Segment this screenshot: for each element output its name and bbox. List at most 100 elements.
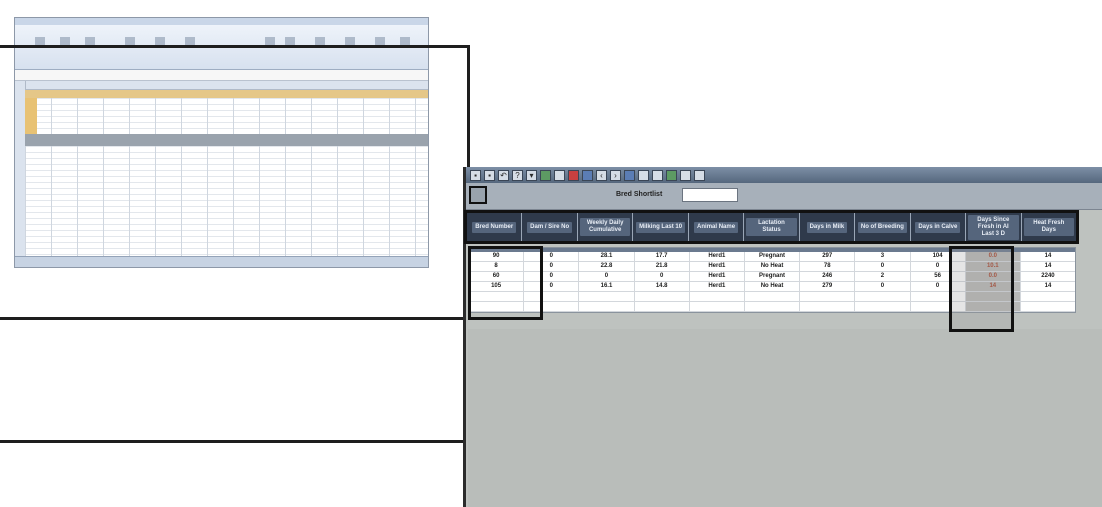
table-cell[interactable]: Herd1: [690, 252, 745, 261]
table-cell[interactable]: 2240: [1021, 272, 1075, 281]
spreadsheet-thumbnail: [14, 17, 429, 268]
table-cell[interactable]: 3: [855, 252, 911, 261]
table-cell[interactable]: 2: [855, 272, 911, 281]
header-label: Dam / Sire No: [527, 221, 573, 233]
table-cell[interactable]: [800, 302, 856, 311]
breeding-form-window: ▪ ▪ ↶ ? ▾ ‹ › Bred Shortlist Bred Number…: [463, 167, 1102, 507]
form-background: [468, 329, 1102, 507]
search-bar: Bred Shortlist: [466, 183, 1102, 210]
thumbnail-title-bar: [15, 18, 428, 25]
table-cell[interactable]: 14: [1021, 262, 1075, 271]
table-cell[interactable]: 0: [855, 282, 911, 291]
table-cell[interactable]: [690, 302, 745, 311]
table-cell[interactable]: 14.8: [635, 282, 690, 291]
header-label: Bred Number: [472, 221, 517, 233]
thumbnail-summary-band: [25, 134, 428, 146]
table-cell[interactable]: [579, 292, 635, 301]
header-cell[interactable]: No of Breeding: [855, 213, 911, 241]
table-cell[interactable]: 28.1: [579, 252, 635, 261]
header-cell[interactable]: Days in Calve: [911, 213, 967, 241]
table-cell[interactable]: [690, 292, 745, 301]
header-cell[interactable]: Dam / Sire No: [522, 213, 578, 241]
header-cell[interactable]: Days in Milk: [800, 213, 856, 241]
table-cell[interactable]: 279: [800, 282, 856, 291]
header-label: Days Since Fresh in AI Last 3 D: [968, 214, 1019, 240]
thumbnail-grid: [25, 98, 428, 257]
table-cell[interactable]: [1021, 292, 1075, 301]
table-cell[interactable]: [855, 292, 911, 301]
chart-icon[interactable]: [638, 169, 649, 181]
table-cell[interactable]: 297: [800, 252, 856, 261]
search-input[interactable]: [682, 188, 738, 202]
header-label: No of Breeding: [857, 221, 907, 233]
header-cell[interactable]: Days Since Fresh in AI Last 3 D: [966, 213, 1022, 241]
header-cell[interactable]: Weekly Daily Cumulative: [578, 213, 634, 241]
table-cell[interactable]: No Heat: [745, 262, 801, 271]
next-icon[interactable]: ›: [610, 169, 621, 181]
exit-icon[interactable]: [694, 169, 705, 181]
thumbnail-status-bar: [15, 256, 428, 267]
table-cell[interactable]: 16.1: [579, 282, 635, 291]
header-cell[interactable]: Heat Fresh Days: [1022, 213, 1076, 241]
header-cell[interactable]: Bred Number: [467, 213, 523, 241]
header-label: Days in Milk: [806, 221, 848, 233]
table-cell[interactable]: Pregnant: [745, 272, 801, 281]
table-cell[interactable]: 0: [855, 262, 911, 271]
table-cell[interactable]: 246: [800, 272, 856, 281]
highlight-days-since-fresh-column: [949, 246, 1014, 332]
table-cell[interactable]: [635, 292, 690, 301]
table-cell[interactable]: [1021, 302, 1075, 311]
filter-icon[interactable]: ▾: [526, 169, 537, 181]
table-cell[interactable]: 0: [635, 272, 690, 281]
table-cell[interactable]: 14: [1021, 252, 1075, 261]
prev-icon[interactable]: ‹: [596, 169, 607, 181]
refresh-icon[interactable]: [652, 169, 663, 181]
header-label: Milking Last 10: [636, 221, 686, 233]
highlight-bred-number-column: [468, 246, 543, 320]
header-cell[interactable]: Milking Last 10: [633, 213, 689, 241]
search-label: Bred Shortlist: [616, 191, 663, 198]
header-cell[interactable]: Animal Name: [689, 213, 745, 241]
table-cell[interactable]: [579, 302, 635, 311]
toolbar: ▪ ▪ ↶ ? ▾ ‹ ›: [466, 167, 1102, 183]
last-icon[interactable]: [624, 169, 635, 181]
header-cell[interactable]: Lactation Status: [744, 213, 800, 241]
table-cell[interactable]: [800, 292, 856, 301]
table-cell[interactable]: [745, 302, 801, 311]
table-cell[interactable]: Herd1: [690, 282, 745, 291]
record-selector-button[interactable]: [469, 186, 487, 204]
table-cell[interactable]: 17.7: [635, 252, 690, 261]
table-cell[interactable]: [855, 302, 911, 311]
thumbnail-formula-bar: [15, 70, 428, 81]
table-cell[interactable]: 78: [800, 262, 856, 271]
export-icon[interactable]: [666, 169, 677, 181]
header-label: Days in Calve: [915, 221, 961, 233]
help-icon[interactable]: ?: [512, 169, 523, 181]
header-label: Animal Name: [694, 221, 739, 233]
table-cell[interactable]: Herd1: [690, 262, 745, 271]
table-cell[interactable]: [745, 292, 801, 301]
column-header-row: Bred Number Dam / Sire No Weekly Daily C…: [464, 210, 1079, 244]
header-label: Lactation Status: [746, 218, 797, 236]
header-label: Heat Fresh Days: [1023, 218, 1074, 236]
first-icon[interactable]: [582, 169, 593, 181]
undo-icon[interactable]: ↶: [498, 169, 509, 181]
print-icon[interactable]: ▪: [484, 169, 495, 181]
delete-icon[interactable]: [568, 169, 579, 181]
header-label: Weekly Daily Cumulative: [579, 218, 631, 236]
table-cell[interactable]: [635, 302, 690, 311]
paste-icon[interactable]: [554, 169, 565, 181]
connector-line-top-h: [0, 45, 470, 48]
connector-line-middle-h: [0, 317, 541, 320]
save-icon[interactable]: ▪: [470, 169, 481, 181]
table-cell[interactable]: No Heat: [745, 282, 801, 291]
table-cell[interactable]: 21.8: [635, 262, 690, 271]
thumbnail-header-row: [25, 90, 428, 98]
table-cell[interactable]: 14: [1021, 282, 1075, 291]
table-cell[interactable]: Pregnant: [745, 252, 801, 261]
copy-icon[interactable]: [540, 169, 551, 181]
table-cell[interactable]: 0: [579, 272, 635, 281]
table-cell[interactable]: 22.8: [579, 262, 635, 271]
settings-icon[interactable]: [680, 169, 691, 181]
table-cell[interactable]: Herd1: [690, 272, 745, 281]
